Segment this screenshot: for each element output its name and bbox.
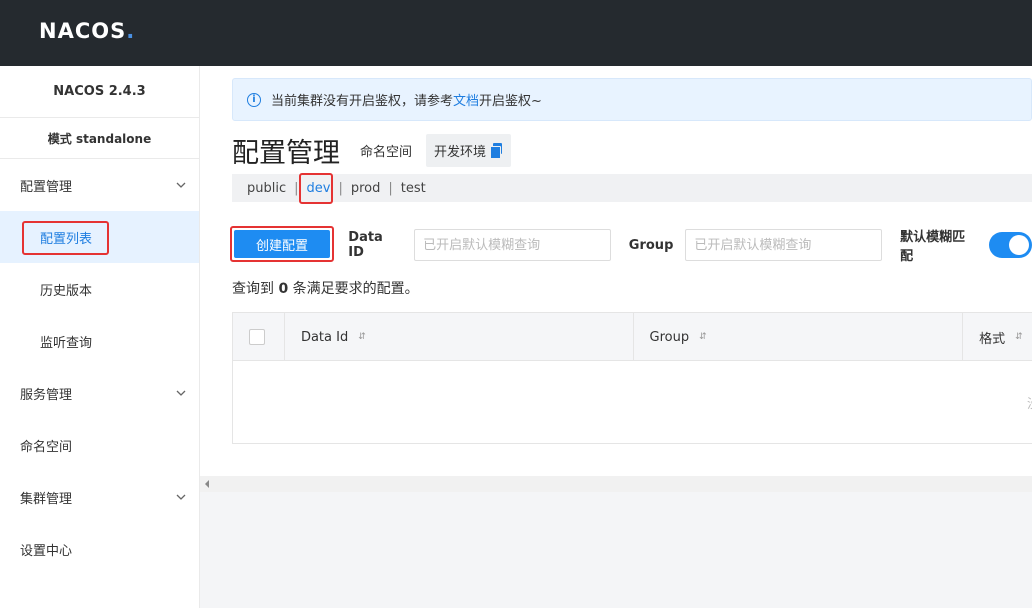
sidebar: NACOS 2.4.3 模式 standalone 配置管理 配置列表 历史版本… bbox=[0, 66, 200, 608]
namespace-selector: public | dev | prod | test bbox=[232, 172, 1032, 204]
sidebar-item-label: 集群管理 bbox=[20, 491, 73, 507]
logo-text-b: OS bbox=[91, 19, 127, 43]
sidebar-item-listener-query[interactable]: 监听查询 bbox=[0, 315, 199, 367]
sort-icon[interactable]: ⇵ bbox=[699, 332, 707, 342]
nacos-logo[interactable]: NAC OS. bbox=[39, 18, 135, 44]
result-count: 0 bbox=[278, 281, 289, 297]
select-all-checkbox[interactable] bbox=[249, 329, 265, 345]
chevron-down-icon bbox=[176, 390, 186, 396]
sidebar-item-settings[interactable]: 设置中心 bbox=[0, 523, 199, 575]
group-label: Group bbox=[628, 237, 674, 253]
highlight-box bbox=[230, 226, 334, 262]
sidebar-item-config-management[interactable]: 配置管理 bbox=[0, 159, 199, 211]
sidebar-item-label: 设置中心 bbox=[20, 543, 73, 559]
notice-text-after: 开启鉴权~ bbox=[479, 94, 542, 109]
namespace-public[interactable]: public bbox=[247, 181, 286, 196]
separator: | bbox=[294, 180, 299, 196]
result-prefix: 查询到 bbox=[232, 281, 274, 297]
main-content: i 当前集群没有开启鉴权，请参考 文档 开启鉴权~ 配置管理 命名空间 开发环境 p… bbox=[200, 66, 1032, 608]
sidebar-item-cluster-management[interactable]: 集群管理 bbox=[0, 471, 199, 523]
result-summary: 查询到 0 条满足要求的配置。 bbox=[232, 278, 419, 298]
empty-state-text: 没 bbox=[1027, 393, 1032, 412]
notice-text: 当前集群没有开启鉴权，请参考 bbox=[271, 94, 454, 109]
sidebar-item-label: 监听查询 bbox=[40, 335, 93, 351]
fuzzy-match-toggle[interactable] bbox=[988, 232, 1032, 258]
sidebar-item-service-management[interactable]: 服务管理 bbox=[0, 367, 199, 419]
sidebar-item-label: 历史版本 bbox=[40, 283, 93, 299]
column-label: Group bbox=[649, 329, 690, 345]
column-format[interactable]: 格式 ⇵ bbox=[963, 313, 1032, 361]
column-label: Data Id bbox=[300, 329, 349, 345]
namespace-label: 命名空间 bbox=[360, 144, 413, 160]
column-label: 格式 bbox=[979, 331, 1006, 347]
create-config-wrap: 创建配置 bbox=[230, 226, 334, 262]
info-icon: i bbox=[247, 92, 261, 107]
highlight-box bbox=[298, 172, 333, 204]
chevron-down-icon bbox=[176, 494, 186, 500]
namespace-dev[interactable]: dev bbox=[298, 172, 333, 204]
group-input[interactable] bbox=[685, 229, 883, 261]
scroll-left-icon[interactable] bbox=[205, 480, 209, 488]
docs-link[interactable]: 文档 bbox=[453, 90, 479, 109]
sidebar-item-label: 配置管理 bbox=[20, 179, 73, 195]
sidebar-item-label: 服务管理 bbox=[20, 387, 73, 403]
logo-dot: . bbox=[126, 19, 136, 43]
horizontal-scrollbar[interactable] bbox=[200, 476, 1032, 492]
separator: | bbox=[338, 180, 343, 196]
chevron-down-icon bbox=[176, 182, 186, 188]
sidebar-item-history[interactable]: 历史版本 bbox=[0, 263, 199, 315]
table-body: 没 bbox=[233, 361, 1032, 443]
namespace-prod[interactable]: prod bbox=[351, 181, 381, 196]
sidebar-item-namespace[interactable]: 命名空间 bbox=[0, 419, 199, 471]
main-footer-area bbox=[200, 492, 1032, 608]
fuzzy-match-label: 默认模糊匹配 bbox=[900, 230, 966, 264]
version-label: NACOS 2.4.3 bbox=[0, 66, 199, 118]
namespace-value: 开发环境 bbox=[434, 144, 487, 160]
logo-text: NAC bbox=[39, 19, 92, 43]
config-table: Data Id ⇵ Group ⇵ 格式 ⇵ 没 bbox=[232, 312, 1032, 444]
separator: | bbox=[388, 180, 393, 196]
column-group[interactable]: Group ⇵ bbox=[634, 313, 964, 361]
sort-icon[interactable]: ⇵ bbox=[358, 332, 366, 342]
search-toolbar: 创建配置 Data ID Group 默认模糊匹配 bbox=[230, 226, 1032, 264]
data-id-label: Data ID bbox=[348, 230, 383, 260]
result-suffix: 条满足要求的配置。 bbox=[292, 281, 419, 297]
mode-label: 模式 standalone bbox=[0, 118, 199, 159]
title-row: 配置管理 命名空间 开发环境 bbox=[232, 132, 512, 169]
select-all-cell bbox=[233, 313, 285, 361]
highlight-box bbox=[22, 221, 109, 255]
copy-icon[interactable] bbox=[490, 143, 503, 159]
sidebar-item-config-list[interactable]: 配置列表 bbox=[0, 211, 199, 263]
page-title: 配置管理 bbox=[232, 137, 340, 169]
table-header: Data Id ⇵ Group ⇵ 格式 ⇵ bbox=[233, 313, 1032, 361]
namespace-chip: 开发环境 bbox=[426, 133, 512, 167]
sort-icon[interactable]: ⇵ bbox=[1015, 332, 1023, 342]
sidebar-item-label: 命名空间 bbox=[20, 439, 73, 455]
data-id-input[interactable] bbox=[414, 229, 611, 261]
column-data-id[interactable]: Data Id ⇵ bbox=[285, 313, 634, 361]
auth-notice: i 当前集群没有开启鉴权，请参考 文档 开启鉴权~ bbox=[232, 78, 1032, 121]
top-bar: NAC OS. bbox=[0, 0, 1032, 66]
namespace-test[interactable]: test bbox=[401, 181, 426, 196]
